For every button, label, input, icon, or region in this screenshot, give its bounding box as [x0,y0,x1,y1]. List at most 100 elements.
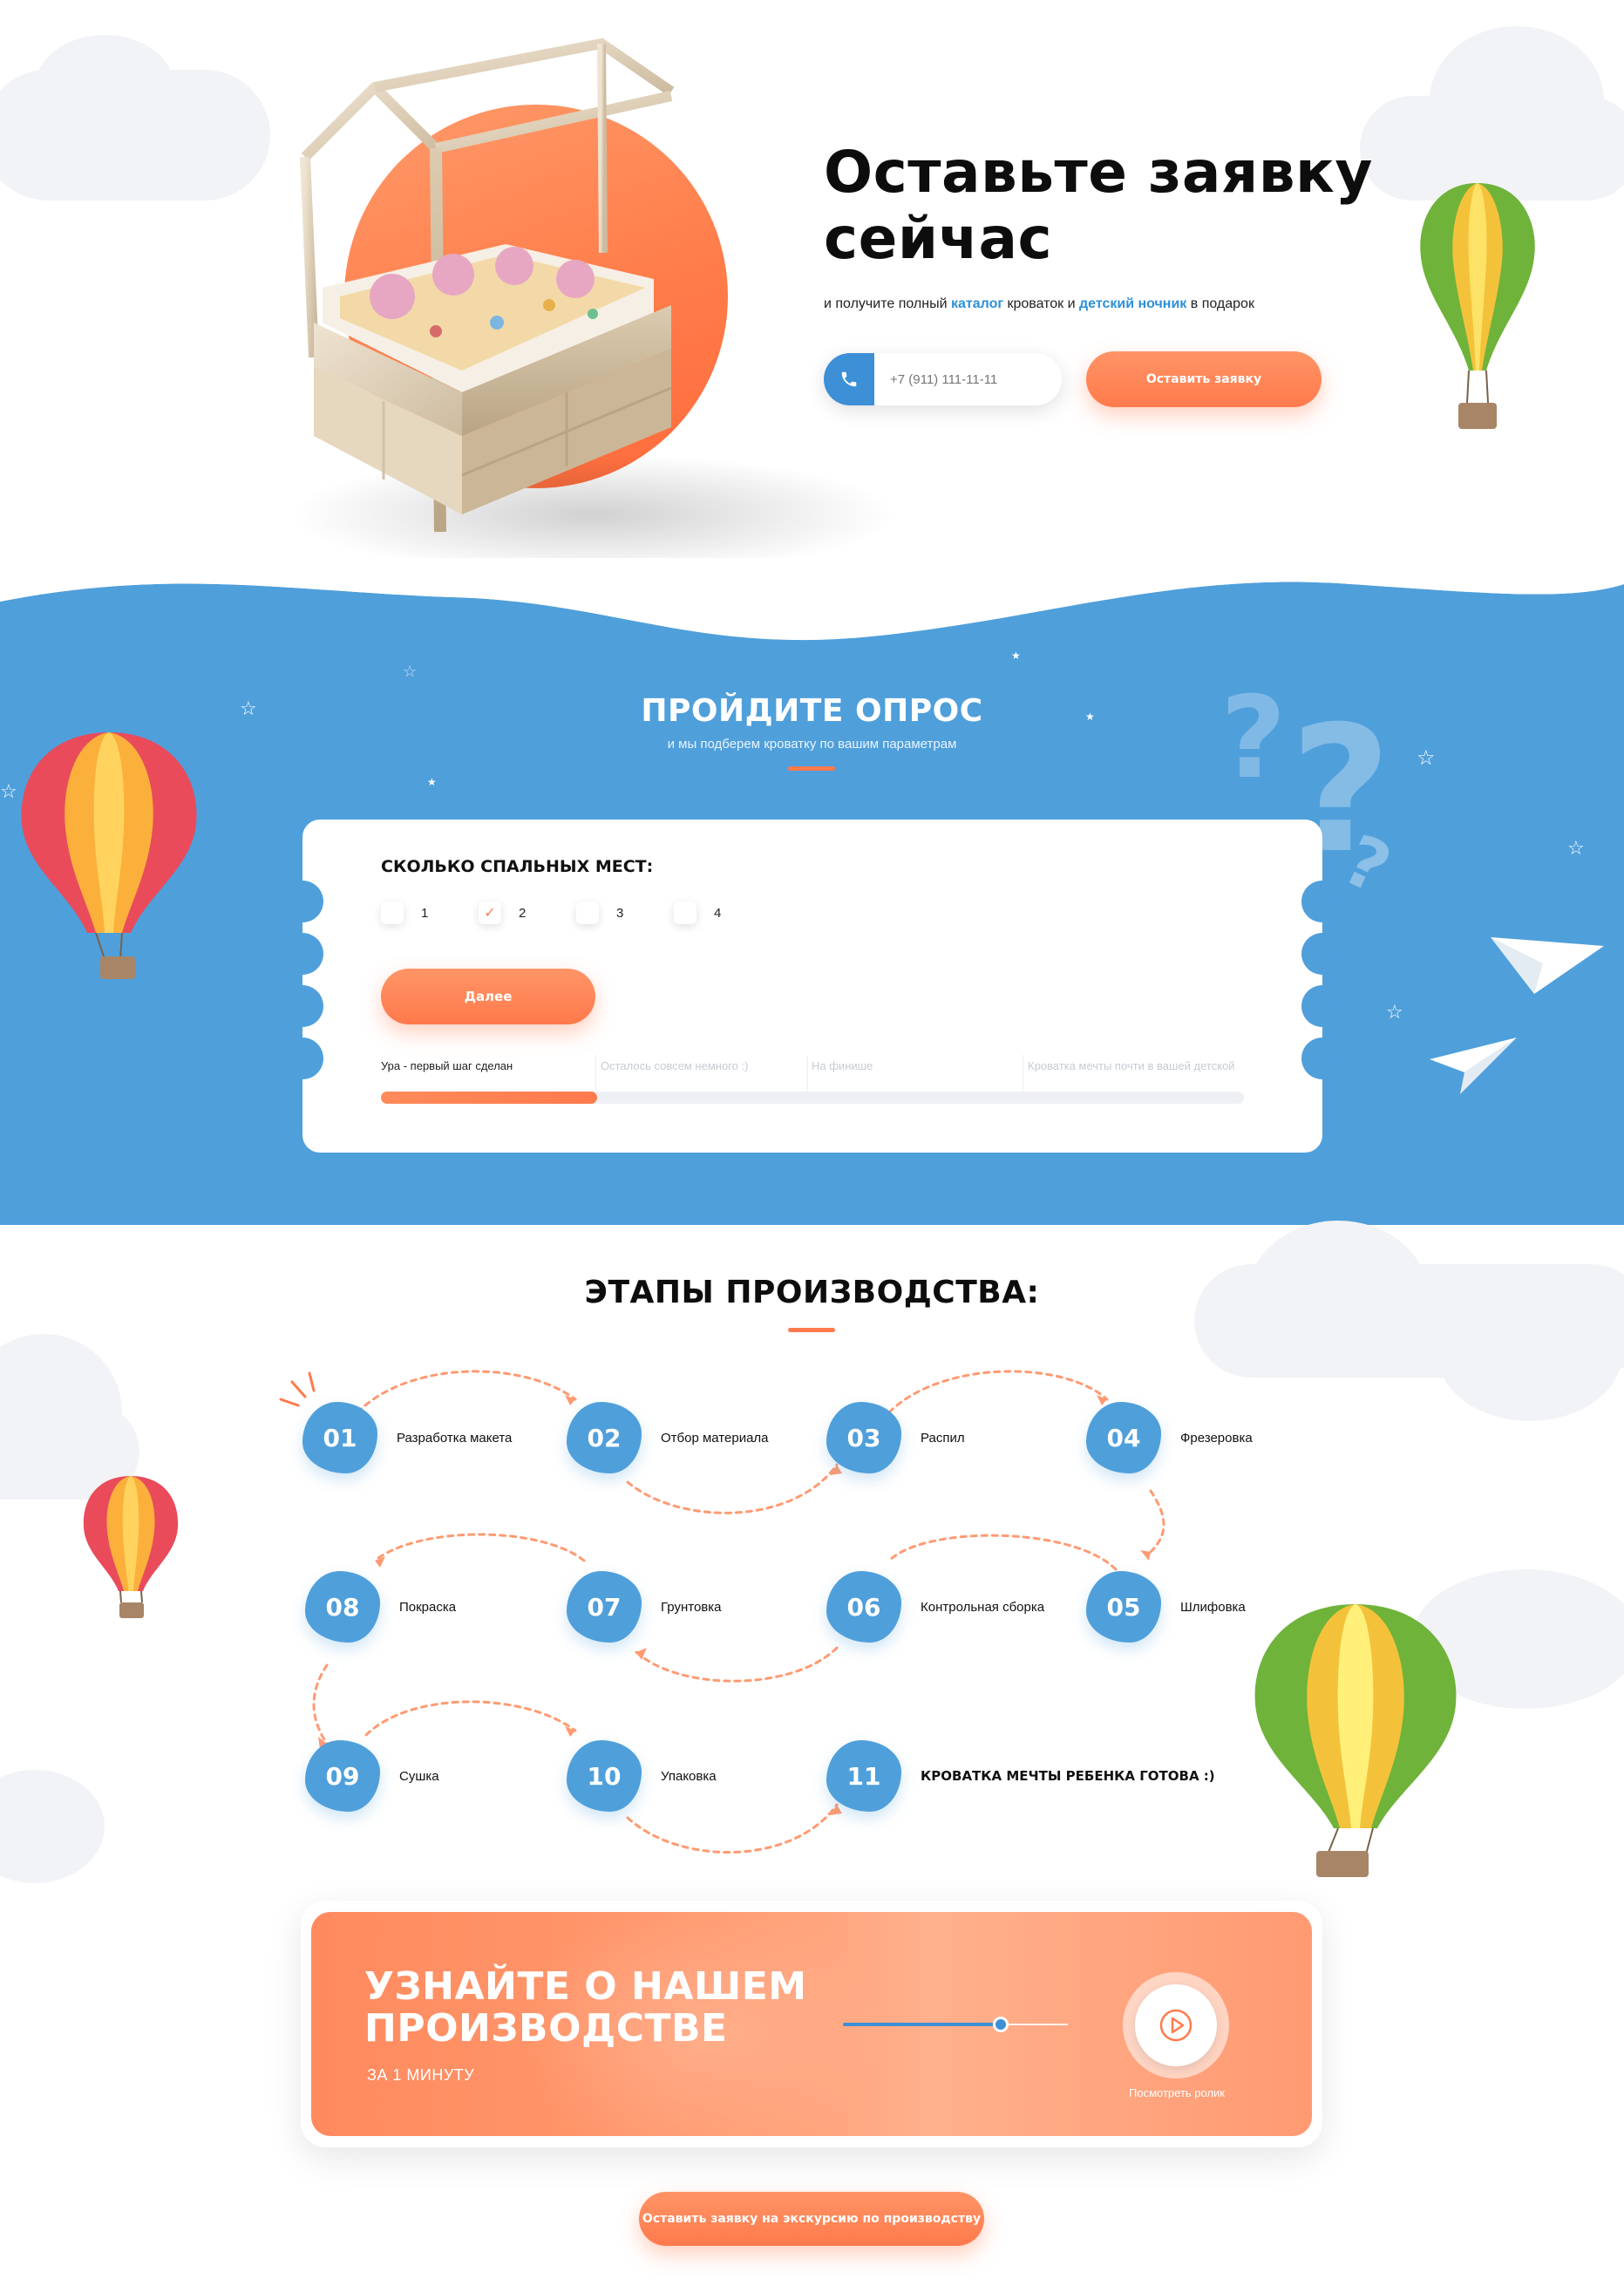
stage-step-10: 10 Упаковка [567,1740,717,1812]
hero-title: Оставьте заявку сейчас [824,139,1382,272]
card-scallop [1301,1038,1343,1079]
stage-step-02: 02 Отбор материала [567,1402,769,1473]
stage-label: Фрезеровка [1180,1430,1253,1446]
stage-step-08: 08 Покраска [305,1571,456,1643]
hero-title-line1: Оставьте заявку [824,139,1373,206]
card-scallop [282,1038,323,1079]
card-scallop [1301,985,1343,1027]
option-3[interactable]: 3 [576,901,623,924]
video-title-line2: ПРОИЗВОДСТВЕ [364,2006,728,2051]
progress-labels: Ура - первый шаг сделан Осталось совсем … [381,1059,1244,1077]
video-title-line1: УЗНАЙТЕ О НАШЕМ [364,1964,807,2009]
title-underline [788,1328,835,1332]
checkbox[interactable] [576,901,599,924]
stage-step-06: 06 Контрольная сборка [826,1571,1044,1643]
progress-fill [381,1092,597,1104]
play-caption: Посмотреть ролик [1129,2086,1225,2099]
stage-label: Шлифовка [1180,1599,1246,1615]
checkbox[interactable] [381,901,404,924]
stage-step-01: 01 Разработка макета [302,1402,512,1473]
nightlight-link[interactable]: детский ночник [1079,296,1186,311]
stage-step-03: 03 Распил [826,1402,965,1473]
stage-number: 03 [826,1402,901,1473]
stage-label: Грунтовка [661,1599,722,1615]
stage-number: 08 [305,1571,380,1643]
cloud-decoration [35,35,174,139]
stage-number: 05 [1086,1571,1161,1643]
option-label: 1 [421,905,429,921]
checkbox-checked[interactable]: ✓ [479,901,501,924]
stage-number: 10 [567,1740,642,1812]
option-2[interactable]: ✓ 2 [479,901,526,924]
checkbox[interactable] [674,901,696,924]
stage-label: Покраска [399,1599,457,1615]
stage-number: 07 [567,1571,642,1643]
card-scallop [1301,881,1343,922]
paper-plane-icon [1491,937,1604,994]
quiz-title: ПРОЙДИТЕ ОПРОС [641,693,983,729]
star-icon: ☆ [1567,837,1585,859]
stage-number: 09 [305,1740,380,1812]
stage-label: Упаковка [661,1768,717,1784]
next-button[interactable]: Далее [381,969,595,1024]
hero-subtitle-post: в подарок [1186,296,1254,311]
star-icon: ☆ [403,663,418,680]
cloud-decoration [1430,26,1604,174]
stage-label: Сушка [399,1768,439,1784]
stages-title: ЭТАПЫ ПРОИЗВОДСТВА: [584,1275,1040,1310]
stage-step-11: 11 КРОВАТКА МЕЧТЫ РЕБЕНКА ГОТОВА :) [826,1740,1215,1812]
progress-step-4: Кроватка мечты почти в вашей детской [1028,1059,1235,1072]
video-progress-handle[interactable] [992,2017,1009,2032]
option-1[interactable]: 1 [381,901,428,924]
stage-step-04: 04 Фрезеровка [1086,1402,1253,1473]
stage-step-07: 07 Грунтовка [567,1571,722,1643]
phone-input[interactable] [890,353,1047,405]
card-scallop [282,881,323,922]
star-icon: ☆ [0,780,17,802]
card-scallop [282,985,323,1027]
hot-air-balloon-icon [1420,183,1535,429]
video-progress-fill [843,2023,1001,2026]
progress-step-1: Ура - первый шаг сделан [381,1059,513,1072]
wave-divider [0,558,1624,663]
hot-air-balloon-icon [83,1476,179,1618]
title-underline [788,766,835,771]
checkmark-icon: ✓ [484,906,496,921]
stage-number: 02 [567,1402,642,1473]
option-label: 4 [714,905,722,921]
stage-label: Отбор материала [661,1430,769,1446]
house-bed-image [300,37,677,533]
paper-plane-icon [1430,1038,1517,1094]
progress-step-3: На финише [812,1059,873,1072]
quiz-question: СКОЛЬКО СПАЛЬНЫХ МЕСТ: [381,857,654,876]
progress-step-2: Осталось совсем немного :) [601,1059,749,1072]
card-scallop [282,933,323,975]
star-dot: ★ [427,776,437,788]
option-label: 3 [616,905,624,921]
catalog-link[interactable]: каталог [951,296,1003,311]
video-title: УЗНАЙТЕ О НАШЕМ ПРОИЗВОДСТВЕ [364,1966,807,2050]
hero-subtitle-pre: и получите полный [824,296,951,311]
progress-bar [381,1092,1244,1104]
stage-number: 04 [1086,1402,1161,1473]
stage-number: 11 [826,1740,901,1812]
play-icon [1159,2009,1193,2042]
video-subtitle: ЗА 1 МИНУТУ [367,2066,475,2084]
hot-air-balloon-icon [1254,1604,1457,1877]
star-dot: ★ [1011,650,1021,662]
card-scallop [1301,933,1343,975]
stage-label: Контрольная сборка [921,1599,1045,1615]
stage-step-09: 09 Сушка [305,1740,439,1812]
phone-field [824,353,1062,405]
option-4[interactable]: 4 [674,901,721,924]
quiz-subtitle: и мы подберем кроватку по вашим параметр… [667,737,957,752]
excursion-request-button[interactable]: Оставить заявку на экскурсию по производ… [639,2192,984,2246]
progress-separator [807,1055,808,1097]
stage-label-final: КРОВАТКА МЕЧТЫ РЕБЕНКА ГОТОВА :) [921,1768,1215,1784]
stage-number: 01 [302,1402,377,1473]
submit-request-button[interactable]: Оставить заявку [1086,351,1322,407]
play-button[interactable] [1135,1984,1217,2066]
star-icon: ☆ [1386,1001,1403,1023]
stage-step-05: 05 Шлифовка [1086,1571,1246,1643]
progress-separator [595,1055,596,1097]
